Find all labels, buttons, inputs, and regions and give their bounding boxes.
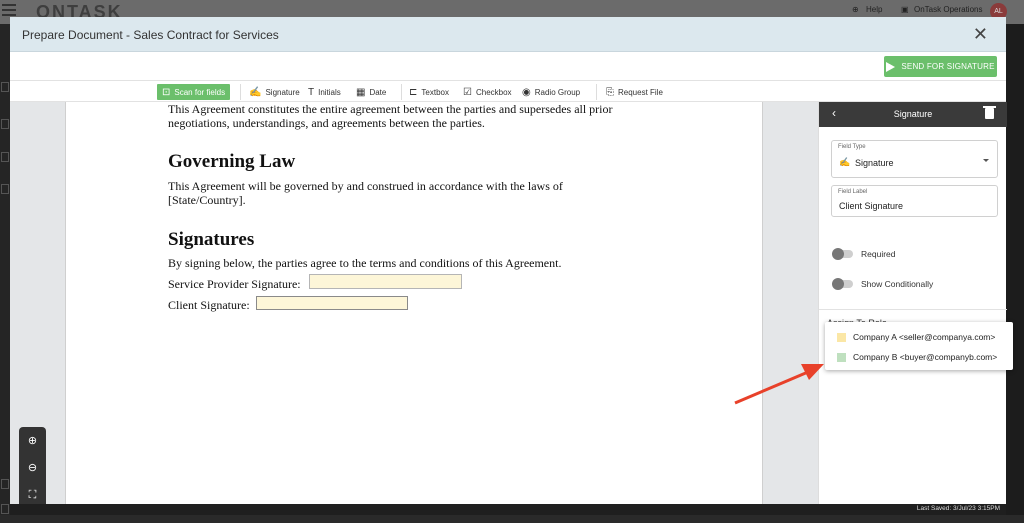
annotation-arrow bbox=[734, 364, 824, 405]
annotation-arrow-shaft bbox=[734, 370, 809, 405]
bottom-strip bbox=[0, 515, 1024, 523]
